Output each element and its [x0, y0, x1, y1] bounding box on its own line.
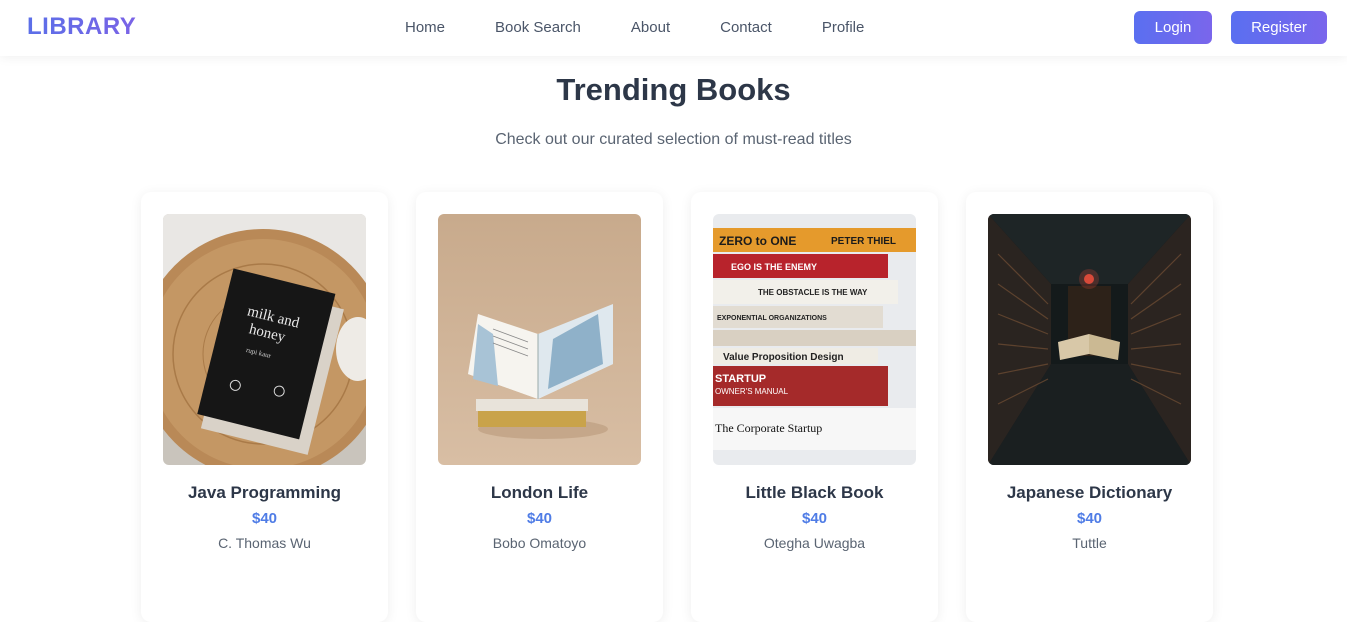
svg-text:STARTUP: STARTUP — [715, 373, 766, 385]
page-title: Trending Books — [556, 72, 791, 107]
navbar: LIBRARY Home Book Search About Contact P… — [0, 0, 1347, 56]
book-cover-book-stack-photo: ZERO to ONE PETER THIEL EGO IS THE ENEMY… — [713, 214, 916, 465]
login-button[interactable]: Login — [1134, 11, 1212, 44]
svg-text:EGO IS THE ENEMY: EGO IS THE ENEMY — [731, 262, 817, 272]
svg-text:OWNER'S MANUAL: OWNER'S MANUAL — [715, 387, 789, 396]
book-cover-image[interactable]: milk and honey rupi kaur — [163, 214, 366, 465]
book-price: $40 — [251, 510, 278, 527]
page-subtitle: Check out our curated selection of must-… — [495, 131, 852, 148]
book-title[interactable]: Little Black Book — [691, 483, 938, 503]
book-card-london-life[interactable]: London Life $40 Bobo Omatoyo — [416, 192, 663, 622]
site-logo[interactable]: LIBRARY — [27, 13, 136, 41]
book-title[interactable]: Java Programming — [141, 483, 388, 503]
nav-link-profile[interactable]: Profile — [822, 19, 865, 36]
nav-link-home[interactable]: Home — [405, 19, 445, 36]
book-title[interactable]: London Life — [416, 483, 663, 503]
book-author: Tuttle — [1072, 535, 1107, 551]
nav-link-contact[interactable]: Contact — [720, 19, 772, 36]
book-title[interactable]: Japanese Dictionary — [966, 483, 1213, 503]
book-author: C. Thomas Wu — [218, 535, 311, 551]
book-cover-open-book-photo — [438, 214, 641, 465]
book-price: $40 — [1076, 510, 1103, 527]
svg-text:Value Proposition Design: Value Proposition Design — [723, 352, 844, 363]
book-cover-image[interactable] — [438, 214, 641, 465]
book-cover-library-tunnel-photo — [988, 214, 1191, 465]
nav-link-about[interactable]: About — [631, 19, 670, 36]
book-author: Bobo Omatoyo — [492, 535, 587, 551]
svg-text:The Corporate Startup: The Corporate Startup — [715, 421, 822, 435]
book-card-little-black-book[interactable]: ZERO to ONE PETER THIEL EGO IS THE ENEMY… — [691, 192, 938, 622]
nav-link-book-search[interactable]: Book Search — [495, 19, 581, 36]
book-price: $40 — [526, 510, 553, 527]
svg-text:EXPONENTIAL ORGANIZATIONS: EXPONENTIAL ORGANIZATIONS — [717, 315, 827, 322]
book-cover-milk-and-honey-photo: milk and honey rupi kaur — [163, 214, 366, 465]
book-price: $40 — [801, 510, 828, 527]
book-cover-image[interactable]: ZERO to ONE PETER THIEL EGO IS THE ENEMY… — [713, 214, 916, 465]
svg-text:ZERO to ONE: ZERO to ONE — [719, 234, 796, 248]
svg-text:THE OBSTACLE IS THE WAY: THE OBSTACLE IS THE WAY — [758, 288, 868, 297]
book-card-java-programming[interactable]: milk and honey rupi kaur Java Programmin… — [141, 192, 388, 622]
nav-links: Home Book Search About Contact Profile — [405, 19, 864, 36]
book-card-japanese-dictionary[interactable]: Japanese Dictionary $40 Tuttle — [966, 192, 1213, 622]
svg-text:PETER THIEL: PETER THIEL — [831, 236, 896, 247]
register-button[interactable]: Register — [1231, 11, 1327, 44]
book-author: Otegha Uwagba — [763, 535, 866, 551]
book-cover-image[interactable] — [988, 214, 1191, 465]
